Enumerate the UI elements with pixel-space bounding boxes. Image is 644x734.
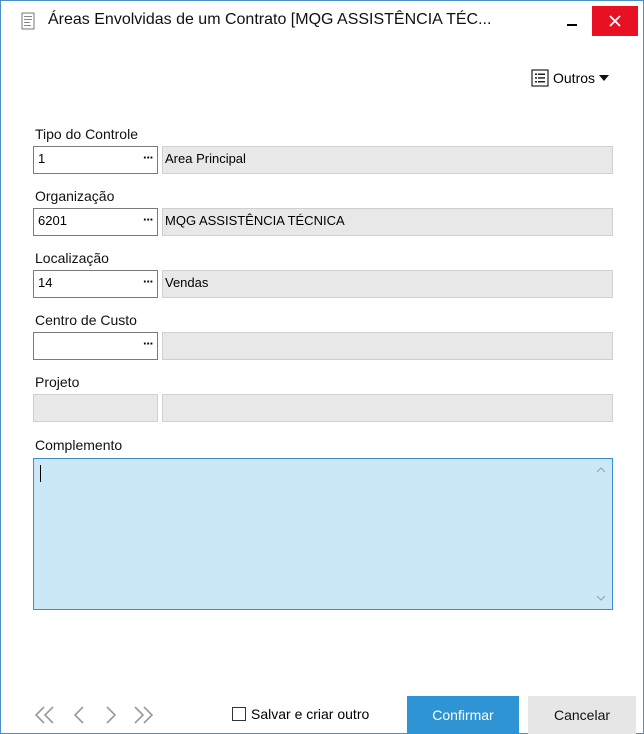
tipo-controle-code-value: 1 xyxy=(38,151,46,166)
organizacao-code-input[interactable]: 6201 ··· xyxy=(33,208,158,236)
close-button[interactable] xyxy=(592,6,638,36)
projeto-description xyxy=(162,394,613,422)
first-record-button[interactable] xyxy=(31,701,59,729)
projeto-code-input xyxy=(33,394,158,422)
outros-menu[interactable]: Outros xyxy=(531,67,610,89)
window-title: Áreas Envolvidas de um Contrato [MQG ASS… xyxy=(48,11,492,28)
organizacao-description: MQG ASSISTÊNCIA TÉCNICA xyxy=(162,208,613,236)
dialog-window: Áreas Envolvidas de um Contrato [MQG ASS… xyxy=(0,0,644,734)
centro-custo-code-input[interactable]: ··· xyxy=(33,332,158,360)
outros-label: Outros xyxy=(553,70,596,86)
localizacao-label: Localização xyxy=(35,250,109,266)
localizacao-code-value: 14 xyxy=(38,275,53,290)
checkbox-box[interactable] xyxy=(232,707,246,721)
localizacao-lookup-button[interactable]: ··· xyxy=(143,274,154,289)
projeto-label: Projeto xyxy=(35,374,80,390)
scroll-up-icon[interactable] xyxy=(596,467,606,473)
title-bar: Áreas Envolvidas de um Contrato [MQG ASS… xyxy=(1,1,643,41)
save-and-new-checkbox[interactable]: Salvar e criar outro xyxy=(232,706,369,722)
chevron-left-icon xyxy=(73,706,84,724)
cancel-button[interactable]: Cancelar xyxy=(528,696,636,734)
localizacao-code-input[interactable]: 14 ··· xyxy=(33,270,158,298)
double-chevron-left-icon xyxy=(34,706,54,724)
chevron-right-icon xyxy=(106,706,117,724)
text-caret xyxy=(40,465,41,482)
double-chevron-right-icon xyxy=(134,706,154,724)
complemento-textarea[interactable] xyxy=(33,458,613,610)
tipo-controle-label: Tipo do Controle xyxy=(35,126,138,142)
list-icon xyxy=(531,69,549,87)
centro-custo-label: Centro de Custo xyxy=(35,312,137,328)
organizacao-code-value: 6201 xyxy=(38,213,67,228)
document-icon xyxy=(21,12,35,30)
localizacao-description: Vendas xyxy=(162,270,613,298)
organizacao-lookup-button[interactable]: ··· xyxy=(143,212,154,227)
close-icon xyxy=(609,15,621,27)
save-and-new-label: Salvar e criar outro xyxy=(251,706,370,722)
previous-record-button[interactable] xyxy=(65,701,93,729)
centro-custo-lookup-button[interactable]: ··· xyxy=(143,336,154,351)
tipo-controle-lookup-button[interactable]: ··· xyxy=(143,150,154,165)
confirm-button[interactable]: Confirmar xyxy=(407,696,519,734)
next-record-button[interactable] xyxy=(97,701,125,729)
scroll-down-icon[interactable] xyxy=(596,595,606,601)
centro-custo-description xyxy=(162,332,613,360)
minimize-button[interactable] xyxy=(557,7,587,35)
tipo-controle-description: Area Principal xyxy=(162,146,613,174)
organizacao-label: Organização xyxy=(35,188,115,204)
complemento-label: Complemento xyxy=(35,437,123,453)
minimize-icon xyxy=(567,24,577,26)
tipo-controle-code-input[interactable]: 1 ··· xyxy=(33,146,158,174)
last-record-button[interactable] xyxy=(129,701,157,729)
caret-down-icon xyxy=(599,75,610,81)
